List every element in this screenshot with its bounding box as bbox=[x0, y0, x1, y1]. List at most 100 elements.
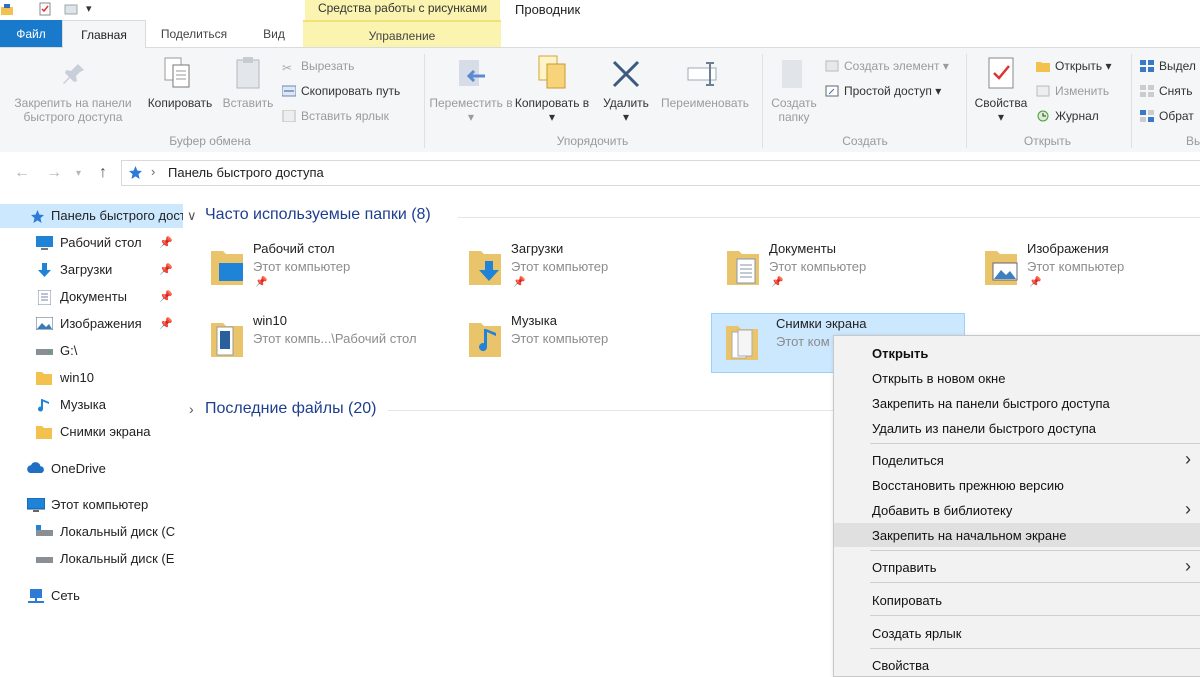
open-button[interactable]: Открыть ▾ bbox=[1036, 59, 1112, 73]
ribbon-separator bbox=[966, 54, 967, 148]
tab-view[interactable]: Вид bbox=[245, 20, 303, 47]
submenu-arrow-icon: › bbox=[1185, 499, 1191, 519]
submenu-arrow-icon: › bbox=[1185, 449, 1191, 469]
edit-button[interactable]: Изменить bbox=[1036, 84, 1109, 98]
nav-item-desktop[interactable]: Рабочий стол 📌 bbox=[0, 231, 183, 255]
tile-pictures[interactable]: Изображения Этот компьютер 📌 bbox=[977, 237, 1200, 299]
tile-downloads[interactable]: Загрузки Этот компьютер 📌 bbox=[461, 237, 716, 299]
address-bar[interactable]: › Панель быстрого доступа bbox=[121, 160, 1200, 186]
window-title: Проводник bbox=[515, 2, 581, 17]
rename-button[interactable]: Переименовать bbox=[654, 96, 756, 110]
new-folder-icon bbox=[782, 60, 802, 88]
tab-file[interactable]: Файл bbox=[0, 20, 62, 47]
nav-item-pictures[interactable]: Изображения 📌 bbox=[0, 312, 183, 336]
organize-group-label: Упорядочить bbox=[556, 134, 629, 148]
cut-button[interactable]: ✂ Вырезать bbox=[282, 59, 354, 75]
menu-item-pin-to-start[interactable]: Закрепить на начальном экране bbox=[834, 523, 1200, 547]
title-bar: ▾ Средства работы с рисунками Проводник bbox=[0, 0, 1200, 20]
nav-item-music[interactable]: Музыка bbox=[0, 393, 183, 417]
properties-button[interactable]: Свойства ▾ bbox=[970, 96, 1032, 124]
pin-icon: 📌 bbox=[159, 264, 173, 276]
menu-item-copy[interactable]: Копировать bbox=[834, 588, 1200, 612]
back-arrow-icon[interactable]: ← bbox=[14, 164, 30, 182]
copy-path-button[interactable]: Скопировать путь bbox=[282, 84, 400, 98]
menu-item-properties[interactable]: Свойства bbox=[834, 653, 1200, 677]
move-to-button[interactable]: Переместить в ▾ bbox=[428, 96, 514, 124]
menu-item-send-to[interactable]: Отправить › bbox=[834, 555, 1200, 579]
qat-dropdown-icon[interactable]: ▾ bbox=[86, 2, 92, 15]
tile-win10[interactable]: win10 Этот компь...\Рабочий стол bbox=[203, 309, 458, 371]
tile-location: Этот компьютер bbox=[253, 259, 351, 274]
select-all-button[interactable]: Выдел bbox=[1140, 59, 1196, 73]
menu-item-share[interactable]: Поделиться › bbox=[834, 448, 1200, 472]
tab-home[interactable]: Главная bbox=[62, 20, 146, 49]
nav-item-screenshots[interactable]: Снимки экрана bbox=[0, 420, 183, 444]
paste-shortcut-button[interactable]: Вставить ярлык bbox=[282, 109, 389, 123]
chevron-right-icon[interactable]: › bbox=[189, 401, 194, 417]
tile-desktop[interactable]: Рабочий стол Этот компьютер 📌 bbox=[203, 237, 458, 299]
paste-button[interactable]: Вставить bbox=[220, 96, 276, 110]
music-icon bbox=[38, 399, 49, 412]
submenu-arrow-icon: › bbox=[1185, 556, 1191, 576]
tile-documents[interactable]: Документы Этот компьютер 📌 bbox=[719, 237, 974, 299]
nav-item-quick-access[interactable]: Панель быстрого доступа bbox=[0, 204, 183, 228]
nav-item-network[interactable]: Сеть bbox=[0, 584, 183, 608]
nav-item-local-disk-e[interactable]: Локальный диск (E bbox=[0, 547, 183, 571]
delete-button[interactable]: Удалить ▾ bbox=[596, 96, 656, 124]
context-tab-header: Средства работы с рисунками bbox=[305, 0, 500, 20]
tile-name: Загрузки bbox=[511, 241, 564, 256]
copy-to-button[interactable]: Копировать в ▾ bbox=[512, 96, 592, 124]
nav-item-documents[interactable]: Документы 📌 bbox=[0, 285, 183, 309]
new-item-button[interactable]: Создать элемент ▾ bbox=[825, 59, 949, 73]
menu-item-open-new-window[interactable]: Открыть в новом окне bbox=[834, 366, 1200, 390]
new-folder-icon[interactable] bbox=[64, 2, 78, 16]
section-divider bbox=[458, 217, 1200, 218]
tab-manage[interactable]: Управление bbox=[303, 20, 501, 47]
new-folder-button[interactable]: Создать папку bbox=[764, 96, 824, 124]
forward-arrow-icon[interactable]: → bbox=[46, 164, 62, 182]
desktop-icon bbox=[36, 236, 53, 250]
pin-quick-access-button[interactable]: Закрепить на панели быстрого доступа bbox=[6, 96, 140, 124]
section-frequent-folders[interactable]: Часто используемые папки (8) bbox=[205, 206, 431, 224]
menu-item-add-to-library[interactable]: Добавить в библиотеку › bbox=[834, 498, 1200, 522]
menu-item-pin-quick-access[interactable]: Закрепить на панели быстрого доступа bbox=[834, 391, 1200, 415]
recent-locations-icon[interactable]: ▾ bbox=[76, 168, 81, 179]
star-icon bbox=[31, 210, 44, 223]
tile-name: Документы bbox=[769, 241, 837, 256]
menu-item-open[interactable]: Открыть bbox=[834, 341, 1200, 365]
computer-icon bbox=[27, 498, 45, 512]
download-icon bbox=[38, 263, 51, 277]
pictures-folder-icon bbox=[985, 251, 1018, 285]
select-none-icon bbox=[1140, 85, 1154, 97]
nav-item-drive-g[interactable]: G:\ bbox=[0, 339, 183, 363]
nav-item-this-pc[interactable]: Этот компьютер bbox=[0, 493, 183, 517]
invert-selection-button[interactable]: Обрат bbox=[1140, 109, 1194, 123]
tile-location: Этот компьютер bbox=[511, 259, 609, 274]
copy-button[interactable]: Копировать bbox=[140, 96, 220, 110]
easy-access-button[interactable]: Простой доступ ▾ bbox=[825, 84, 941, 98]
menu-item-restore-previous[interactable]: Восстановить прежнюю версию bbox=[834, 473, 1200, 497]
pin-icon: 📌 bbox=[159, 318, 173, 330]
paste-shortcut-icon bbox=[282, 110, 296, 122]
breadcrumb[interactable]: Панель быстрого доступа bbox=[168, 165, 324, 180]
menu-separator bbox=[870, 648, 1200, 649]
tab-share[interactable]: Поделиться bbox=[148, 20, 240, 47]
history-button[interactable]: Журнал bbox=[1036, 109, 1099, 123]
nav-item-win10[interactable]: win10 bbox=[0, 366, 183, 390]
properties-icon[interactable] bbox=[38, 2, 52, 16]
breadcrumb-chevron-icon[interactable]: › bbox=[151, 164, 155, 179]
menu-item-create-shortcut[interactable]: Создать ярлык bbox=[834, 621, 1200, 645]
nav-item-downloads[interactable]: Загрузки 📌 bbox=[0, 258, 183, 282]
menu-item-unpin-quick-access[interactable]: Удалить из панели быстрого доступа bbox=[834, 416, 1200, 440]
explorer-icon[interactable] bbox=[0, 2, 14, 16]
nav-item-onedrive[interactable]: OneDrive bbox=[0, 457, 183, 481]
tile-location: Этот компьютер bbox=[511, 331, 609, 346]
chevron-down-icon[interactable]: ∨ bbox=[187, 208, 197, 224]
select-none-button[interactable]: Снять bbox=[1140, 84, 1193, 98]
section-recent-files[interactable]: Последние файлы (20) bbox=[205, 400, 376, 418]
tile-music[interactable]: Музыка Этот компьютер bbox=[461, 309, 716, 371]
tile-name: Снимки экрана bbox=[776, 316, 867, 331]
up-arrow-icon[interactable]: ↑ bbox=[99, 164, 107, 182]
pictures-icon bbox=[36, 317, 53, 330]
nav-item-local-disk-c[interactable]: Локальный диск (C bbox=[0, 520, 183, 544]
